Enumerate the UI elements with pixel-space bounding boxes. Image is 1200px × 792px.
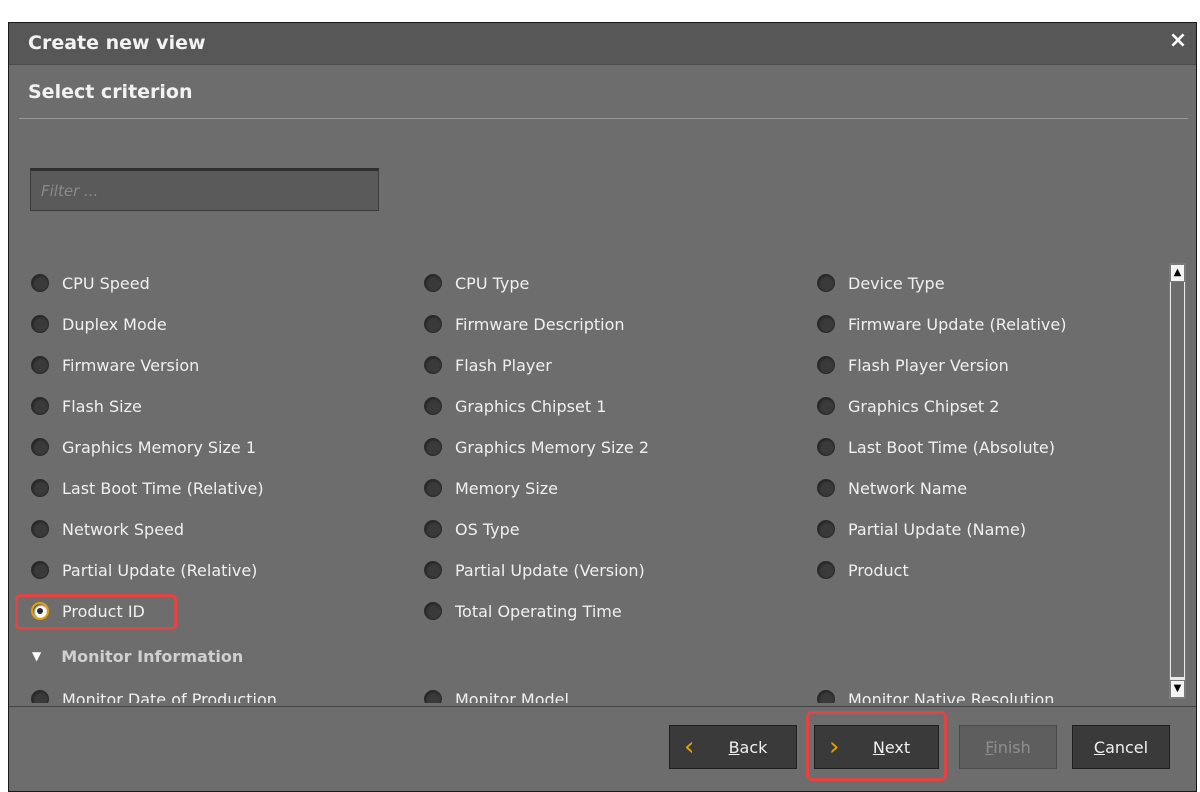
option-product[interactable]: Product xyxy=(817,556,909,584)
option-partial-update-name[interactable]: Partial Update (Name) xyxy=(817,515,1026,543)
option-network-speed[interactable]: Network Speed xyxy=(31,515,184,543)
radio-icon[interactable] xyxy=(31,356,49,374)
monitor-options-row-partial: Monitor Date of Production Monitor Model… xyxy=(9,683,1169,703)
option-partial-update-relative[interactable]: Partial Update (Relative) xyxy=(31,556,257,584)
option-memory-size[interactable]: Memory Size xyxy=(424,474,558,502)
option-monitor-native-resolution[interactable]: Monitor Native Resolution xyxy=(817,685,1054,703)
option-cpu-type[interactable]: CPU Type xyxy=(424,269,529,297)
radio-icon[interactable] xyxy=(817,315,835,333)
cancel-button[interactable]: Cancel xyxy=(1072,725,1170,769)
radio-icon[interactable] xyxy=(31,274,49,292)
radio-icon[interactable] xyxy=(31,397,49,415)
option-graphics-chipset-1[interactable]: Graphics Chipset 1 xyxy=(424,392,606,420)
create-view-dialog: Create new view × Select criterion CPU S… xyxy=(8,22,1197,792)
option-monitor-model[interactable]: Monitor Model xyxy=(424,685,569,703)
radio-icon[interactable] xyxy=(31,690,49,703)
radio-icon[interactable] xyxy=(424,274,442,292)
option-flash-player-version[interactable]: Flash Player Version xyxy=(817,351,1009,379)
finish-button[interactable]: Finish xyxy=(959,725,1057,769)
option-graphics-memory-size-1[interactable]: Graphics Memory Size 1 xyxy=(31,433,256,461)
option-graphics-memory-size-2[interactable]: Graphics Memory Size 2 xyxy=(424,433,649,461)
radio-icon[interactable] xyxy=(31,520,49,538)
close-icon[interactable]: × xyxy=(1166,29,1190,53)
option-flash-size[interactable]: Flash Size xyxy=(31,392,142,420)
radio-icon[interactable] xyxy=(817,561,835,579)
option-partial-update-version[interactable]: Partial Update (Version) xyxy=(424,556,645,584)
radio-icon[interactable] xyxy=(424,479,442,497)
radio-icon[interactable] xyxy=(424,690,442,703)
radio-icon[interactable] xyxy=(424,315,442,333)
radio-icon[interactable] xyxy=(817,274,835,292)
radio-icon[interactable] xyxy=(31,561,49,579)
option-monitor-date-of-production[interactable]: Monitor Date of Production xyxy=(31,685,277,703)
option-firmware-version[interactable]: Firmware Version xyxy=(31,351,199,379)
option-graphics-chipset-2[interactable]: Graphics Chipset 2 xyxy=(817,392,999,420)
radio-icon[interactable] xyxy=(424,356,442,374)
footer-divider xyxy=(9,706,1196,707)
radio-icon[interactable] xyxy=(817,438,835,456)
radio-icon[interactable] xyxy=(817,479,835,497)
section-monitor-information[interactable]: ▼ Monitor Information xyxy=(32,644,243,668)
option-duplex-mode[interactable]: Duplex Mode xyxy=(31,310,167,338)
radio-icon[interactable] xyxy=(817,397,835,415)
collapse-triangle-icon[interactable]: ▼ xyxy=(32,649,41,663)
option-flash-player[interactable]: Flash Player xyxy=(424,351,552,379)
highlight-box-next xyxy=(806,711,947,781)
option-network-name[interactable]: Network Name xyxy=(817,474,967,502)
scroll-down-icon[interactable]: ▼ xyxy=(1170,680,1185,698)
option-last-boot-time-absolute[interactable]: Last Boot Time (Absolute) xyxy=(817,433,1055,461)
radio-icon[interactable] xyxy=(424,561,442,579)
radio-icon[interactable] xyxy=(424,520,442,538)
option-os-type[interactable]: OS Type xyxy=(424,515,520,543)
option-firmware-description[interactable]: Firmware Description xyxy=(424,310,625,338)
radio-icon[interactable] xyxy=(817,690,835,703)
back-button[interactable]: ‹ Back xyxy=(669,725,797,769)
radio-icon[interactable] xyxy=(817,356,835,374)
scroll-thumb[interactable] xyxy=(1171,282,1184,677)
radio-icon[interactable] xyxy=(31,315,49,333)
option-firmware-update-relative[interactable]: Firmware Update (Relative) xyxy=(817,310,1066,338)
radio-icon[interactable] xyxy=(31,438,49,456)
radio-icon[interactable] xyxy=(424,438,442,456)
vertical-scrollbar[interactable]: ▲ ▼ xyxy=(1169,263,1186,699)
highlight-box-product-id xyxy=(15,594,177,630)
scroll-up-icon[interactable]: ▲ xyxy=(1170,264,1185,282)
radio-icon[interactable] xyxy=(424,397,442,415)
option-last-boot-time-relative[interactable]: Last Boot Time (Relative) xyxy=(31,474,264,502)
chevron-left-icon: ‹ xyxy=(684,732,695,762)
option-device-type[interactable]: Device Type xyxy=(817,269,945,297)
criteria-list: CPU Speed CPU Type Device Type Duplex Mo… xyxy=(9,23,1169,713)
option-cpu-speed[interactable]: CPU Speed xyxy=(31,269,150,297)
option-total-operating-time[interactable]: Total Operating Time xyxy=(424,597,622,625)
radio-icon[interactable] xyxy=(817,520,835,538)
radio-icon[interactable] xyxy=(31,479,49,497)
radio-icon[interactable] xyxy=(424,602,442,620)
